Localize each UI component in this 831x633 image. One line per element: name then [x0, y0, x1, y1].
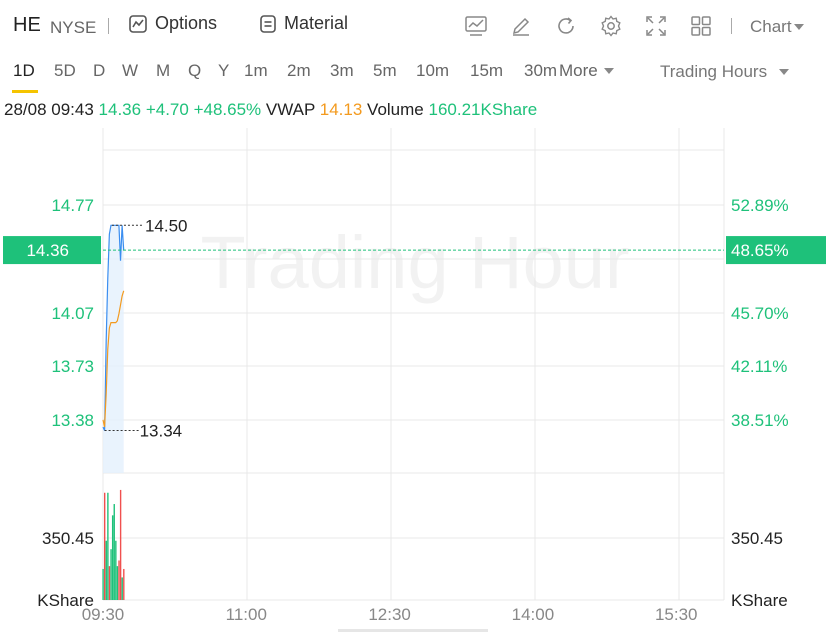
- vwap-label: VWAP: [265, 100, 316, 119]
- volume-bar: [102, 568, 104, 600]
- indicator-button[interactable]: [463, 13, 489, 39]
- chart-watermark: Trading Hour: [200, 221, 629, 304]
- time-axis-label: 14:00: [512, 605, 555, 624]
- volume-label: Volume: [367, 100, 424, 119]
- current-pct-badge-label: 48.65%: [731, 241, 789, 260]
- chart-type-label: Chart: [750, 17, 792, 36]
- volume-axis-label-right: 350.45: [731, 529, 783, 548]
- indicator-icon: [465, 16, 487, 36]
- volume-bar: [115, 540, 117, 600]
- period-5m[interactable]: 5m: [373, 61, 397, 81]
- low-price-label: 13.34: [140, 422, 183, 441]
- period-d[interactable]: D: [93, 61, 105, 81]
- price-axis-label-right: 42.11%: [731, 357, 787, 376]
- period-30m[interactable]: 30m: [524, 61, 559, 81]
- period-10m[interactable]: 10m: [416, 61, 449, 81]
- volume-value: 160.21KShare: [428, 100, 538, 119]
- price-axis-label-left: 13.73: [51, 357, 94, 376]
- time-axis-label: 15:30: [655, 605, 698, 624]
- price-axis-label-right: 45.70%: [731, 304, 789, 323]
- period-w[interactable]: W: [122, 61, 138, 81]
- current-price-badge-label: 14.36: [26, 241, 69, 260]
- period-q[interactable]: Q: [188, 61, 201, 81]
- fullscreen-button[interactable]: [643, 13, 669, 39]
- quote-price: 14.36: [98, 100, 142, 119]
- quote-change-pct: +48.65%: [193, 100, 262, 119]
- refresh-button[interactable]: [553, 13, 579, 39]
- period-y[interactable]: Y: [218, 61, 229, 81]
- material-icon: [260, 14, 276, 33]
- options-icon: [129, 14, 147, 33]
- volume-bar: [116, 566, 119, 600]
- fullscreen-icon: [646, 16, 666, 36]
- trading-hours-label: Trading Hours: [660, 62, 768, 81]
- material-label: Material: [284, 13, 349, 33]
- period-selector: 1D 5D D W M Q Y 1m 2m 3m 5m 10m 15m 30m …: [0, 50, 831, 94]
- time-axis-label: 12:30: [368, 605, 411, 624]
- volume-axis-unit-right: KShare: [731, 591, 788, 610]
- draw-button[interactable]: [508, 13, 534, 39]
- vwap-value: 14.13: [319, 100, 363, 119]
- price-axis-label-right: 38.51%: [731, 411, 789, 430]
- volume-bar: [123, 568, 125, 600]
- time-axis-label: 11:00: [226, 605, 267, 624]
- volume-bar: [105, 540, 107, 600]
- price-axis-label-right: 52.89%: [731, 196, 789, 215]
- material-button[interactable]: Material: [259, 13, 348, 34]
- volume-bar: [118, 560, 120, 600]
- quote-datetime: 28/08 09:43: [4, 100, 94, 119]
- toolbar-divider: [731, 18, 732, 34]
- period-m[interactable]: M: [156, 61, 170, 81]
- volume-bar: [119, 489, 122, 600]
- high-price-label: 14.50: [145, 216, 188, 235]
- quote-info-line: 28/08 09:43 14.36 +4.70 +48.65% VWAP 14.…: [4, 100, 537, 120]
- draw-icon: [512, 17, 530, 36]
- refresh-icon: [558, 17, 574, 34]
- intraday-chart[interactable]: Trading Hour 14.50 13.34 14.36 48.65% 14.77 14…: [0, 128, 831, 633]
- settings-button[interactable]: [598, 13, 624, 39]
- layout-button[interactable]: [688, 13, 714, 39]
- quote-change: +4.70: [145, 100, 189, 119]
- timeline-scroll-handle: [338, 629, 488, 632]
- period-1d[interactable]: 1D: [13, 61, 35, 81]
- chart-type-dropdown[interactable]: Chart: [750, 17, 804, 37]
- volume-bar: [103, 492, 106, 600]
- more-periods-dropdown[interactable]: More: [559, 61, 614, 81]
- chevron-down-icon: [603, 68, 614, 74]
- volume-bar: [121, 577, 123, 600]
- period-3m[interactable]: 3m: [330, 61, 354, 81]
- period-15m[interactable]: 15m: [470, 61, 503, 81]
- volume-bar: [107, 492, 109, 600]
- volume-bar: [108, 566, 111, 600]
- settings-icon: [601, 15, 621, 37]
- chevron-down-icon: [793, 24, 804, 30]
- symbol-label[interactable]: HE: [13, 14, 41, 37]
- price-axis-label-left: 14.07: [51, 304, 94, 323]
- period-1m[interactable]: 1m: [244, 61, 268, 81]
- period-2m[interactable]: 2m: [287, 61, 311, 81]
- top-toolbar: HE NYSE Options Material Chart: [0, 0, 831, 50]
- volume-bar: [113, 504, 115, 600]
- active-period-indicator: [12, 90, 38, 93]
- chevron-down-icon: [779, 69, 790, 75]
- layout-grid-icon: [691, 16, 711, 36]
- price-axis-label-left: 14.77: [51, 196, 94, 215]
- toolbar-divider: [108, 18, 109, 34]
- period-5d[interactable]: 5D: [54, 61, 76, 81]
- exchange-label: NYSE: [50, 18, 97, 37]
- volume-bar: [111, 515, 114, 600]
- options-button[interactable]: Options: [128, 13, 217, 34]
- volume-bar: [110, 549, 112, 600]
- trading-hours-dropdown[interactable]: Trading Hours: [660, 62, 790, 82]
- options-label: Options: [155, 13, 218, 33]
- time-axis-label: 09:30: [82, 605, 125, 624]
- price-axis-label-left: 13.38: [51, 411, 94, 430]
- more-label: More: [559, 61, 598, 80]
- volume-axis-label-left: 350.45: [42, 529, 94, 548]
